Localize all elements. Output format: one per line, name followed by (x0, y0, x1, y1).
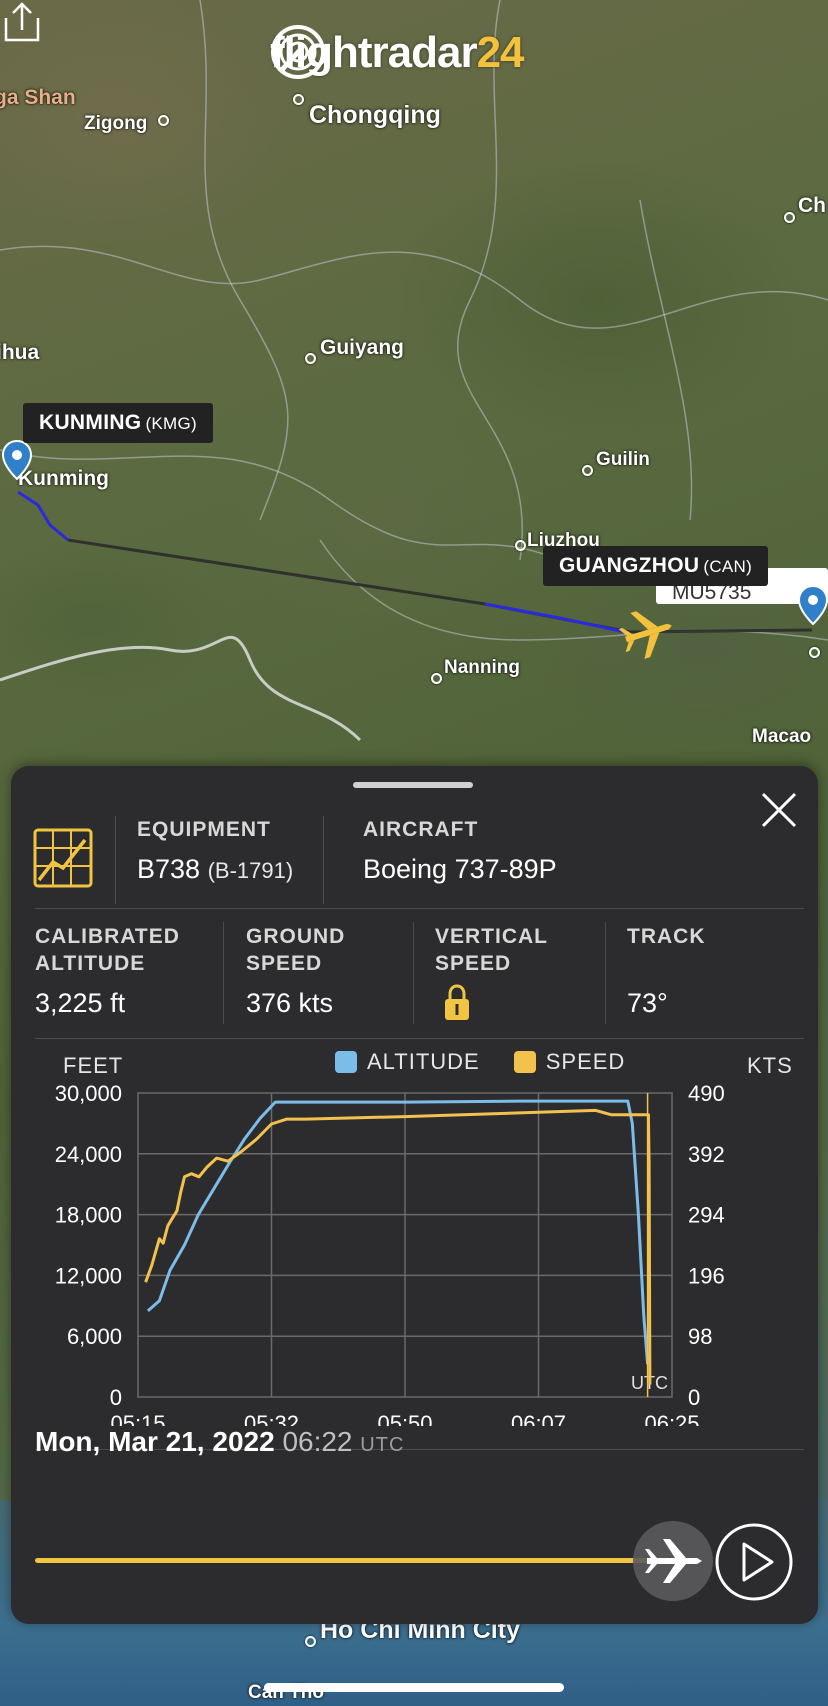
flight-date: Mon, Mar 21, 2022 (35, 1426, 275, 1457)
play-button-icon[interactable] (714, 1522, 794, 1602)
destination-city: GUANGZHOU (559, 554, 700, 577)
city-label: Guiyang (320, 336, 405, 359)
y-left-tick-label: 12,000 (55, 1263, 122, 1288)
city-label: Chongqing (309, 101, 441, 129)
x-tick-label: 05:50 (377, 1411, 432, 1426)
y-left-tick-label: 24,000 (55, 1142, 122, 1167)
origin-city: KUNMING (39, 411, 142, 434)
y-right-tick-label: 0 (688, 1385, 700, 1410)
destination-pin-icon[interactable] (798, 585, 828, 625)
city-dot (431, 673, 442, 684)
y-right-tick-label: 98 (688, 1324, 712, 1349)
origin-airport-tag[interactable]: KUNMING (KMG) (23, 403, 213, 443)
city-dot (784, 212, 795, 223)
y-right-tick-label: 490 (688, 1081, 725, 1106)
altitude-speed-chart[interactable]: 30,000 24,000 18,000 12,000 6,000 0 490 392 294 1… (11, 766, 818, 1426)
y-left-tick-label: 0 (110, 1385, 122, 1410)
home-indicator[interactable] (264, 1683, 564, 1692)
city-dot (293, 94, 304, 105)
city-dot (305, 353, 316, 364)
y-right-tick-label: 294 (688, 1203, 725, 1228)
y-left-tick-label: 18,000 (55, 1203, 122, 1228)
y-right-tick-label: 196 (688, 1263, 725, 1288)
destination-code: (CAN) (703, 557, 753, 576)
city-label: Zigong (84, 113, 148, 134)
x-tick-label: 06:07 (511, 1411, 566, 1426)
radar-logo-icon (271, 25, 325, 79)
city-label: ga Shan (0, 86, 76, 109)
x-tick-label: 06:25 (644, 1411, 699, 1426)
share-icon[interactable] (0, 0, 44, 44)
flight-timezone: UTC (360, 1434, 405, 1456)
city-label: Nanning (444, 657, 520, 678)
y-right-tick-label: 392 (688, 1142, 725, 1167)
city-dot (158, 115, 169, 126)
city-dot (809, 647, 820, 658)
flight-date-time: Mon, Mar 21, 2022 06:22 UTC (35, 1426, 404, 1458)
y-left-tick-label: 30,000 (55, 1081, 122, 1106)
destination-airport-tag[interactable]: GUANGZHOU (CAN) (543, 546, 769, 586)
origin-pin-icon[interactable] (2, 440, 32, 480)
city-dot (515, 540, 526, 551)
playback-timeline[interactable] (35, 1558, 665, 1563)
city-label: Guilin (596, 449, 650, 470)
timeline-scrubber[interactable] (633, 1521, 713, 1601)
airplane-icon (645, 1539, 702, 1583)
city-label: ihua (0, 341, 40, 364)
flight-details-panel: EQUIPMENT B738 (B-1791) AIRCRAFT Boeing … (11, 766, 818, 1624)
city-dot (582, 465, 593, 476)
origin-code: (KMG) (145, 414, 197, 433)
city-dot (305, 1636, 316, 1647)
series-line-altitude (146, 1099, 650, 1365)
flight-time: 06:22 (282, 1426, 353, 1457)
x-tick-label: 05:32 (244, 1411, 299, 1426)
app-logo: flightradar24 (270, 24, 525, 82)
x-tick-label: 05:15 (110, 1411, 165, 1426)
series-line-speed (144, 1108, 652, 1385)
city-label: Macao (752, 726, 812, 747)
y-left-tick-label: 6,000 (67, 1324, 122, 1349)
city-label: Ch (798, 194, 826, 217)
